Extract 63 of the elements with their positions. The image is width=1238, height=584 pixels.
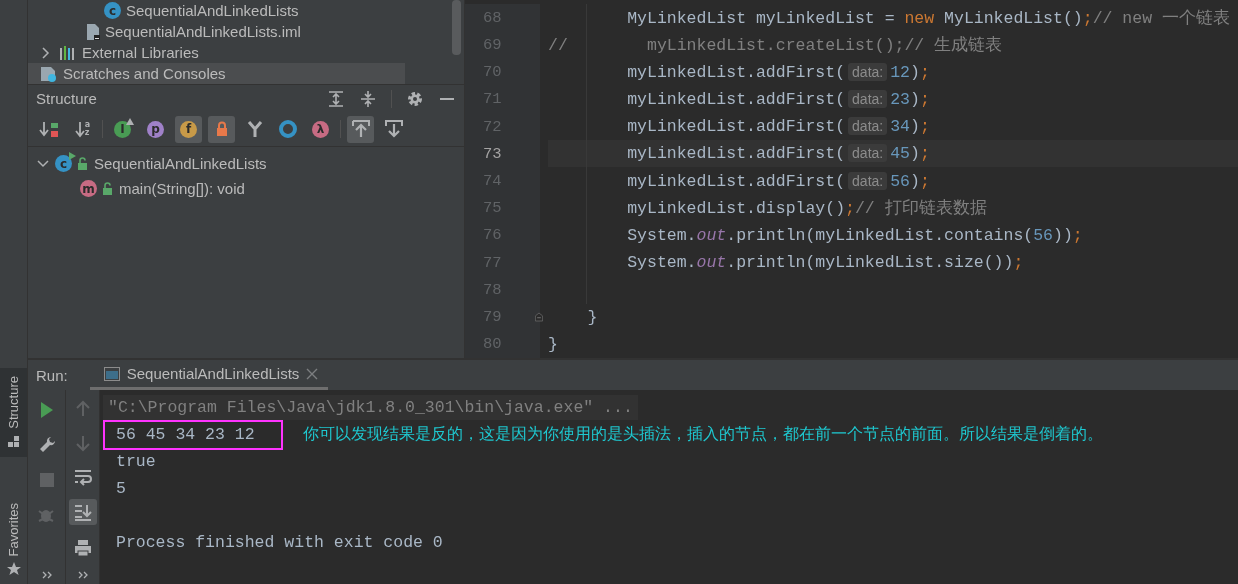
panel-label: Run: bbox=[36, 366, 68, 384]
double-chevron-icon[interactable] bbox=[77, 570, 88, 580]
class-icon: c bbox=[104, 2, 121, 19]
annotation-text: 你可以发现结果是反的，这是因为你使用的是头插法，插入的节点，都在前一个节点的前面。所以结果是倒着的。 bbox=[302, 424, 1103, 444]
ring-icon[interactable] bbox=[277, 119, 298, 139]
code-line: myLinkedList.addFirst( data: 34); bbox=[626, 117, 930, 137]
arrow-down-icon bbox=[74, 120, 85, 138]
field-icon[interactable]: f bbox=[180, 120, 197, 138]
unlocked-icon bbox=[102, 181, 114, 196]
code-line: } bbox=[548, 334, 558, 354]
console-line: true bbox=[115, 452, 157, 471]
code-line: System.out.println(myLinkedList.contains(56)); bbox=[626, 226, 1083, 245]
tree-item-label: External Libraries bbox=[82, 44, 199, 61]
code-line: myLinkedList.addFirst( data: 45); bbox=[626, 144, 930, 164]
library-icon bbox=[59, 44, 77, 61]
arrow-down-icon[interactable] bbox=[383, 119, 404, 139]
close-icon[interactable] bbox=[306, 367, 319, 380]
tree-item-label: SequentialAndLinkedLists.iml bbox=[105, 23, 301, 40]
code-line: myLinkedList.addFirst( data: 12); bbox=[626, 62, 930, 82]
console-line: 56 45 34 23 12 bbox=[116, 424, 255, 444]
settings-icon[interactable] bbox=[406, 89, 424, 108]
code-line: myLinkedList.addFirst( data: 23); bbox=[626, 89, 930, 109]
structure-item[interactable]: c SequentialAndLinkedLists bbox=[28, 151, 464, 176]
code-line: myLinkedList.display();// 打印链表数据 bbox=[626, 198, 987, 220]
file-icon bbox=[86, 23, 100, 40]
scratches-icon bbox=[40, 65, 58, 82]
code-line: myLinkedList.addFirst( data: 56); bbox=[626, 171, 930, 191]
lambda-icon[interactable]: λ bbox=[312, 120, 329, 138]
tree-item[interactable]: SequentialAndLinkedLists.iml bbox=[28, 21, 405, 42]
code-line: MyLinkedList myLinkedList = new MyLinkedList();// new 一个链表 bbox=[626, 7, 1230, 29]
side-tab[interactable]: Structure bbox=[0, 367, 27, 457]
structure-item-label: main(String[]): void bbox=[119, 180, 245, 197]
structure-item[interactable]: m main(String[]): void bbox=[28, 176, 464, 201]
inherited-icon[interactable]: I bbox=[114, 120, 131, 138]
console-line: 5 bbox=[115, 479, 127, 498]
code-line: // myLinkedList.createList();// 生成链表 bbox=[548, 34, 1003, 56]
property-icon[interactable]: p bbox=[147, 120, 164, 138]
unlocked-icon bbox=[77, 156, 89, 171]
tree-item[interactable]: c SequentialAndLinkedLists bbox=[28, 0, 405, 21]
scrollbar[interactable] bbox=[452, 0, 461, 55]
tree-item-label: Scratches and Consoles bbox=[63, 65, 226, 82]
tree-item[interactable]: Scratches and Consoles bbox=[28, 63, 405, 84]
structure-item-label: SequentialAndLinkedLists bbox=[94, 155, 267, 172]
structure-icon bbox=[6, 434, 21, 449]
console-icon bbox=[103, 366, 120, 381]
method-icon: m bbox=[80, 180, 97, 197]
double-chevron-icon[interactable] bbox=[41, 570, 52, 580]
code-line: System.out.println(myLinkedList.size()); bbox=[626, 253, 1024, 273]
collapse-all-icon[interactable] bbox=[359, 89, 377, 108]
expand-all-icon[interactable] bbox=[327, 89, 345, 108]
code-line: } bbox=[586, 307, 598, 327]
sort-alpha-icon[interactable]: az bbox=[74, 120, 91, 138]
scroll-end-icon[interactable] bbox=[72, 502, 93, 523]
star-icon bbox=[6, 562, 21, 576]
sort-icon[interactable] bbox=[38, 119, 61, 139]
panel-title: Structure bbox=[36, 90, 98, 107]
line-number: 73 bbox=[465, 140, 540, 168]
arrow-up-icon[interactable] bbox=[350, 119, 371, 139]
printer-icon[interactable] bbox=[72, 537, 93, 558]
side-tab[interactable]: Favorites bbox=[0, 494, 27, 584]
tree-item-label: SequentialAndLinkedLists bbox=[126, 2, 299, 19]
console-line: Process finished with exit code 0 bbox=[115, 533, 444, 552]
tree-item[interactable]: External Libraries bbox=[28, 42, 405, 63]
